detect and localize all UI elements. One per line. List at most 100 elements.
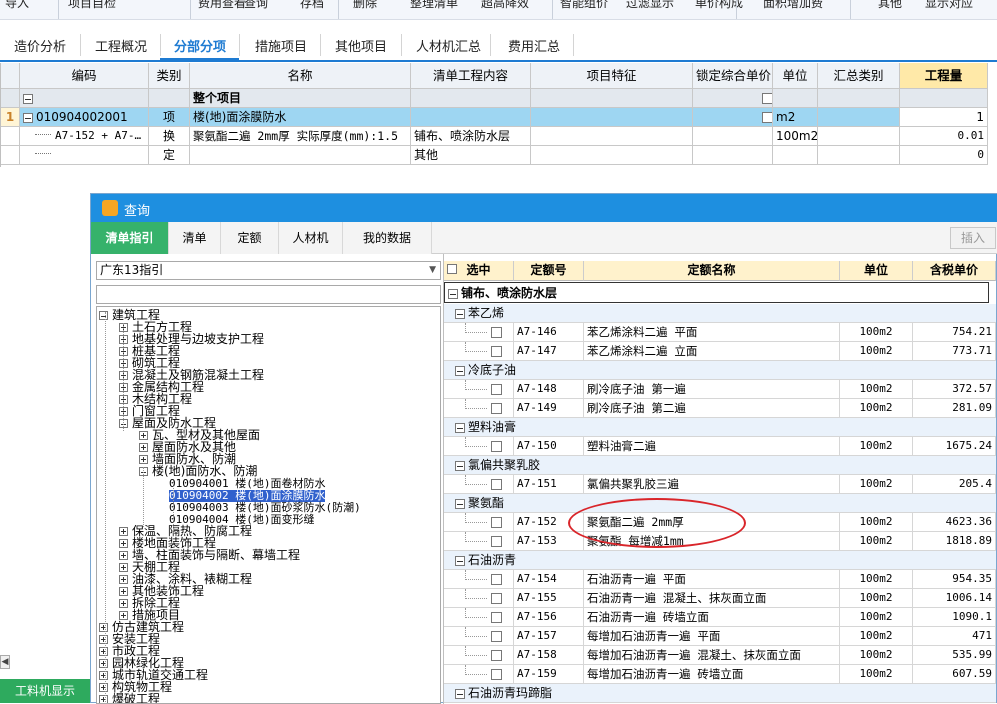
collapse-toggle-icon[interactable] xyxy=(23,93,33,104)
grid-header-cell[interactable]: 项目特征 xyxy=(531,63,693,89)
result-header-cell[interactable]: 定额名称 xyxy=(584,261,840,281)
dialog-tab-4[interactable]: 我的数据 xyxy=(343,222,432,254)
grid-cell[interactable] xyxy=(818,89,900,108)
grid-cell[interactable] xyxy=(531,89,693,108)
grid-cell[interactable]: 整个项目 xyxy=(190,89,411,108)
collapse-toggle-icon[interactable] xyxy=(455,555,465,566)
expand-toggle-icon[interactable] xyxy=(99,671,108,680)
grid-header-cell[interactable]: 单位 xyxy=(773,63,818,89)
grid-header-cell[interactable]: 名称 xyxy=(190,63,411,89)
grid-cell[interactable]: 010904002001 xyxy=(20,108,149,127)
ribbon-item[interactable]: 整理清单 xyxy=(410,0,458,11)
collapse-toggle-icon[interactable] xyxy=(455,308,465,319)
group-row[interactable]: 氯偏共聚乳胶 xyxy=(444,456,996,475)
grid-cell[interactable] xyxy=(149,89,190,108)
grid-cell[interactable]: 换 xyxy=(149,127,190,146)
collapse-toggle-icon[interactable] xyxy=(455,422,465,433)
grid-cell[interactable] xyxy=(900,89,988,108)
table-row[interactable]: A7-148 刷冷底子油 第一遍 100m2 372.57 xyxy=(444,380,996,399)
grid-cell[interactable] xyxy=(531,127,693,146)
ribbon-item[interactable]: 存档 xyxy=(300,0,324,11)
collapse-toggle-icon[interactable] xyxy=(455,460,465,471)
ribbon-item[interactable]: 导入 xyxy=(5,0,29,11)
expand-toggle-icon[interactable] xyxy=(99,635,108,644)
dialog-tab-0[interactable]: 清单指引 xyxy=(91,222,169,254)
grid-cell[interactable]: 定 xyxy=(149,146,190,165)
grid-header-cell[interactable]: 类别 xyxy=(149,63,190,89)
ribbon-item[interactable]: 过滤显示 xyxy=(626,0,674,11)
table-row[interactable]: A7-149 刷冷底子油 第二遍 100m2 281.09 xyxy=(444,399,996,418)
collapse-toggle-icon[interactable] xyxy=(23,112,33,123)
grid-cell[interactable]: 1 xyxy=(900,108,988,127)
table-row[interactable]: A7-147 苯乙烯涂料二遍 立面 100m2 773.71 xyxy=(444,342,996,361)
tab-0[interactable]: 造价分析 xyxy=(14,36,66,55)
grid-cell[interactable]: 聚氨酯二遍 2mm厚 实际厚度(mm):1.5 xyxy=(190,127,411,146)
group-row[interactable]: 苯乙烯 xyxy=(444,304,996,323)
expand-toggle-icon[interactable] xyxy=(99,683,108,692)
lock-price-checkbox[interactable] xyxy=(762,93,772,104)
group-row[interactable]: 石油沥青玛蹄脂 xyxy=(444,684,996,703)
dialog-title-bar[interactable]: 查询 xyxy=(91,194,997,222)
grid-cell[interactable]: m2 xyxy=(773,108,818,127)
select-checkbox[interactable] xyxy=(491,517,502,528)
select-checkbox[interactable] xyxy=(491,574,502,585)
grid-cell[interactable]: A7-152 + A7-… xyxy=(20,127,149,146)
collapse-toggle-icon[interactable] xyxy=(448,288,458,299)
select-checkbox[interactable] xyxy=(491,403,502,414)
select-checkbox[interactable] xyxy=(491,346,502,357)
table-row[interactable]: A7-154 石油沥青一遍 平面 100m2 954.35 xyxy=(444,570,996,589)
dialog-tab-1[interactable]: 清单 xyxy=(169,222,221,254)
expand-toggle-icon[interactable] xyxy=(119,611,128,620)
grid-cell[interactable]: 楼(地)面涂膜防水 xyxy=(190,108,411,127)
grid-cell[interactable] xyxy=(531,108,693,127)
select-checkbox[interactable] xyxy=(491,327,502,338)
dialog-tab-3[interactable]: 人材机 xyxy=(279,222,343,254)
search-input[interactable] xyxy=(96,285,441,304)
expand-toggle-icon[interactable] xyxy=(119,599,128,608)
grid-header-cell[interactable]: 锁定综合单价 xyxy=(693,63,773,89)
result-header-cell[interactable]: 定额号 xyxy=(514,261,584,281)
grid-cell[interactable] xyxy=(531,146,693,165)
region-select[interactable]: 广东13指引 ▼ xyxy=(96,261,441,280)
grid-cell[interactable] xyxy=(818,127,900,146)
select-checkbox[interactable] xyxy=(491,536,502,547)
ribbon-item[interactable]: 面积增加费 xyxy=(763,0,823,11)
grid-cell[interactable] xyxy=(693,108,773,127)
expand-toggle-icon[interactable] xyxy=(119,551,128,560)
table-row[interactable]: A7-156 石油沥青一遍 砖墙立面 100m2 1090.1 xyxy=(444,608,996,627)
grid-cell[interactable]: 其他 xyxy=(411,146,531,165)
expand-toggle-icon[interactable] xyxy=(119,587,128,596)
scroll-left-arrow-icon[interactable]: ◀ xyxy=(0,655,10,669)
ribbon-item[interactable]: 超高降效 xyxy=(481,0,529,11)
expand-toggle-icon[interactable] xyxy=(119,563,128,572)
table-row[interactable]: A7-146 苯乙烯涂料二遍 平面 100m2 754.21 xyxy=(444,323,996,342)
ribbon-item[interactable]: 显示对应 xyxy=(925,0,973,11)
grid-cell[interactable] xyxy=(693,127,773,146)
ribbon-item[interactable]: 智能组价 xyxy=(560,0,608,11)
expand-toggle-icon[interactable] xyxy=(99,659,108,668)
grid-header-cell[interactable]: 汇总类别 xyxy=(818,63,900,89)
ribbon-item[interactable]: 项目自检 xyxy=(68,0,116,11)
ribbon-item[interactable]: 费用查看 xyxy=(198,0,246,11)
tab-2[interactable]: 分部分项 xyxy=(174,36,226,55)
grid-cell[interactable]: 项 xyxy=(149,108,190,127)
table-row[interactable]: A7-150 塑料油膏二遍 100m2 1675.24 xyxy=(444,437,996,456)
insert-button[interactable]: 插入 xyxy=(950,227,996,249)
expand-toggle-icon[interactable] xyxy=(139,443,148,452)
select-checkbox[interactable] xyxy=(491,479,502,490)
grid-cell[interactable] xyxy=(411,89,531,108)
grid-header-cell[interactable]: 清单工程内容 xyxy=(411,63,531,89)
grid-cell[interactable]: 0 xyxy=(900,146,988,165)
ribbon-item[interactable]: 查询 xyxy=(244,0,268,11)
collapse-toggle-icon[interactable] xyxy=(455,688,465,699)
grid-cell[interactable]: 铺布、喷涂防水层 xyxy=(411,127,531,146)
expand-toggle-icon[interactable] xyxy=(119,527,128,536)
table-row[interactable]: A7-159 每增加石油沥青一遍 砖墙立面 100m2 607.59 xyxy=(444,665,996,684)
grid-cell[interactable] xyxy=(773,89,818,108)
table-row[interactable]: 定 其他 0 xyxy=(1,146,988,165)
table-row[interactable]: A7-157 每增加石油沥青一遍 平面 100m2 471 xyxy=(444,627,996,646)
grid-cell[interactable] xyxy=(693,89,773,108)
grid-cell[interactable]: 0.01 xyxy=(900,127,988,146)
expand-toggle-icon[interactable] xyxy=(99,623,108,632)
grid-cell[interactable] xyxy=(818,108,900,127)
